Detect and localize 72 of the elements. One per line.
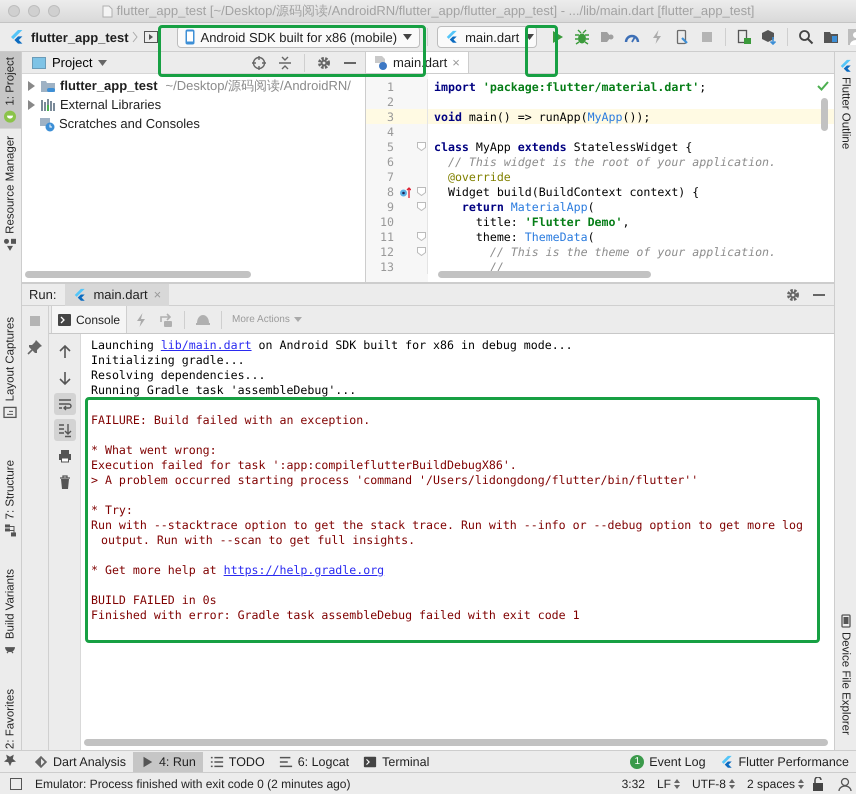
tree-item[interactable]: Scratches and Consoles xyxy=(59,116,200,131)
line-number: 12 xyxy=(379,244,394,258)
run-configuration-dropdown[interactable]: main.dart xyxy=(437,26,538,48)
line-number: 5 xyxy=(386,140,394,154)
code-line: theme: ThemeData( xyxy=(474,230,595,244)
console-line: BUILD FAILED in 0s xyxy=(91,593,218,608)
device-dropdown[interactable]: Android SDK built for x86 (mobile) xyxy=(176,26,420,48)
line-number: 6 xyxy=(386,154,394,168)
console-line: * Try: xyxy=(91,503,134,518)
tool-window-tab[interactable]: Terminal xyxy=(356,752,436,772)
tool-window-tab[interactable]: Dart Analysis xyxy=(27,752,133,772)
tool-window-tab[interactable]: 7: Structure xyxy=(0,454,21,542)
line-number: 11 xyxy=(379,230,394,244)
line-number: 13 xyxy=(379,260,394,274)
window-title: flutter_app_test [~/Desktop/源码阅读/AndroidRN/flutter_app/flutter_app_test] - .../lib/main.dart [flutter_app_test] xyxy=(116,2,754,20)
line-number: 10 xyxy=(379,214,394,228)
status-message: Emulator: Process finished with exit code 0 (2 minutes ago) xyxy=(35,776,350,790)
line-number: 2 xyxy=(386,94,394,108)
console-line: Running Gradle task 'assembleDebug'... xyxy=(91,383,358,398)
console-line: Launching lib/main.dart on Android SDK built for x86 in debug mode... xyxy=(91,338,574,353)
line-number: 7 xyxy=(386,170,394,184)
console-line: * Get more help at https://help.gradle.org xyxy=(91,563,386,578)
code-line: // This is the theme of your application. xyxy=(488,244,776,258)
code-line: void main() => runApp(MyApp()); xyxy=(433,110,650,124)
console-line: * What went wrong: xyxy=(91,443,218,458)
line-number: 9 xyxy=(386,200,394,214)
line-number: 8 xyxy=(386,184,394,198)
project-name[interactable]: flutter_app_test xyxy=(31,30,129,44)
console-line: Run with --stacktrace option to get the stack trace. Run with --info or --debug option to get more log xyxy=(91,518,804,533)
line-number: 3 xyxy=(386,110,394,124)
path-label: ~/Desktop/源码阅读/AndroidRN/ xyxy=(166,76,351,94)
link[interactable]: https://help.gradle.org xyxy=(224,563,384,577)
code-line: title: 'Flutter Demo', xyxy=(474,214,630,228)
console-line: output. Run with --scan to get full insights. xyxy=(100,533,416,548)
code-line: class MyApp extends StatelessWidget { xyxy=(433,140,692,154)
tool-window-tab[interactable]: 1 Event Log xyxy=(623,752,713,772)
tool-window-tab[interactable]: Layout Captures xyxy=(0,312,21,425)
code-line: @override xyxy=(446,170,511,184)
code-line: Widget build(BuildContext context) { xyxy=(446,184,700,198)
console-line: FAILURE: Build failed with an exception. xyxy=(91,413,372,428)
line-separator-selector[interactable]: LF xyxy=(652,776,684,790)
tool-window-tab[interactable]: Resource Manager xyxy=(0,130,21,256)
console-tab[interactable]: Console xyxy=(51,306,128,333)
count-badge: 1 xyxy=(630,754,644,768)
tool-window-tab[interactable]: 6: Logcat xyxy=(272,752,356,772)
line-number: 4 xyxy=(386,124,394,138)
panel-title: Run: xyxy=(29,287,56,302)
link[interactable]: lib/main.dart xyxy=(160,338,252,352)
indent-selector[interactable]: 2 spaces xyxy=(742,776,808,790)
console-line: > A problem occurred starting process 'command '/Users/lidongdong/flutter/bin/flutter'' xyxy=(91,473,700,488)
code-line: // This widget is the root of your application. xyxy=(446,154,776,168)
tree-item[interactable]: External Libraries xyxy=(60,97,162,112)
tool-window-tab[interactable]: Flutter Performance xyxy=(712,752,856,772)
tool-window-tab[interactable]: 1: Project xyxy=(0,52,21,129)
console-line: Execution failed for task ':app:compileflutterBuildDebugX86'. xyxy=(91,458,518,473)
line-number: 1 xyxy=(386,80,394,94)
code-line: return MaterialApp( xyxy=(460,200,595,214)
code-line: import 'package:flutter/material.dart'; xyxy=(433,80,706,94)
tool-window-tab[interactable]: TODO xyxy=(202,752,272,772)
project-view-dropdown[interactable]: Project xyxy=(32,55,108,70)
tool-window-tab[interactable]: 4: Run xyxy=(132,752,203,772)
console-line: Finished with error: Gradle task assembleDebug failed with exit code 1 xyxy=(91,608,581,623)
encoding-selector[interactable]: UTF-8 xyxy=(688,776,739,790)
tool-window-tab[interactable]: Flutter Outline xyxy=(835,54,856,154)
run-tab[interactable]: main.dart × xyxy=(65,284,170,306)
caret-position[interactable]: 3:32 xyxy=(618,776,649,790)
tool-window-tab[interactable]: 2: Favorites xyxy=(0,684,21,772)
tool-window-tab[interactable]: Build Variants xyxy=(0,564,21,662)
console-line: Initializing gradle... xyxy=(91,353,246,368)
tool-window-tab[interactable]: Device File Explorer xyxy=(835,609,856,740)
tree-item[interactable]: flutter_app_test xyxy=(60,78,158,93)
console-line: Resolving dependencies... xyxy=(91,368,267,383)
